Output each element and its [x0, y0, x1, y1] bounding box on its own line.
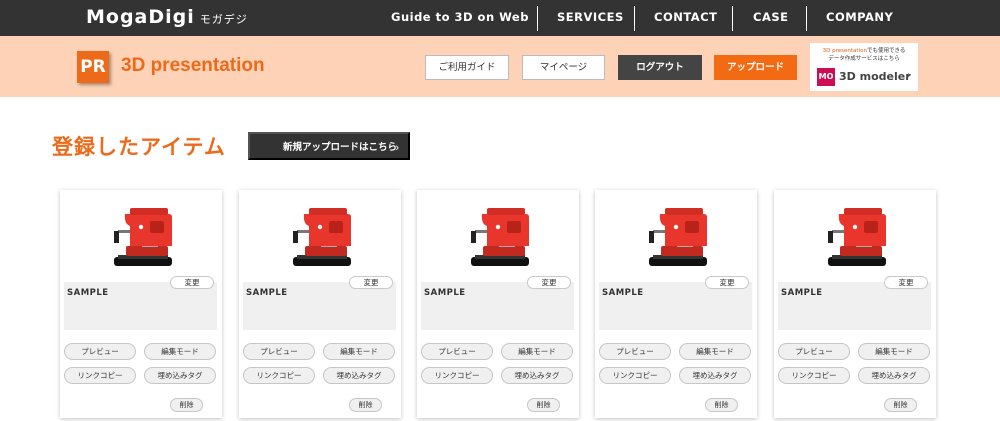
modeler-promo-banner[interactable]: 3D presentationでも使用できるデータ作成サービスはこちら MO 3…: [810, 43, 918, 91]
nav-guide-3d[interactable]: Guide to 3D on Web: [391, 10, 529, 24]
delete-button[interactable]: 削除: [170, 398, 203, 412]
brand-logo[interactable]: MogaDigi モガデジ: [86, 6, 248, 28]
guide-button[interactable]: ご利用ガイド: [425, 55, 509, 80]
espresso-machine-icon[interactable]: [647, 206, 709, 268]
preview-button[interactable]: プレビュー: [599, 343, 671, 360]
espresso-machine-icon[interactable]: [826, 206, 888, 268]
embed-tag-button[interactable]: 埋め込みタグ: [501, 367, 573, 384]
nav-divider: [732, 6, 733, 31]
app-title[interactable]: 3D presentation: [121, 55, 265, 77]
delete-button[interactable]: 削除: [884, 398, 917, 412]
nav-divider: [806, 6, 807, 31]
item-description: SAMPLE: [243, 282, 396, 330]
nav-company[interactable]: COMPANY: [826, 10, 893, 24]
embed-tag-button[interactable]: 埋め込みタグ: [144, 367, 216, 384]
top-nav-bar: MogaDigi モガデジ Guide to 3D on Web SERVICES…: [0, 0, 1000, 36]
change-button[interactable]: 変更: [170, 276, 214, 289]
promo-text: 3D presentationでも使用できるデータ作成サービスはこちら: [810, 47, 918, 63]
modeler-product-name: 3D modeler: [839, 70, 911, 83]
nav-divider: [537, 6, 538, 31]
change-button[interactable]: 変更: [705, 276, 749, 289]
preview-button[interactable]: プレビュー: [243, 343, 315, 360]
chevron-right-icon: ›: [395, 142, 399, 154]
embed-tag-button[interactable]: 埋め込みタグ: [679, 367, 751, 384]
delete-button[interactable]: 削除: [349, 398, 382, 412]
item-name: SAMPLE: [781, 288, 823, 298]
brand-name: MogaDigi: [86, 6, 195, 28]
item-description: SAMPLE: [599, 282, 752, 330]
delete-button[interactable]: 削除: [705, 398, 738, 412]
change-button[interactable]: 変更: [349, 276, 393, 289]
item-name: SAMPLE: [602, 288, 644, 298]
item-card: 変更 SAMPLE プレビュー 編集モード リンクコピー 埋め込みタグ 削除: [60, 190, 222, 418]
edit-mode-button[interactable]: 編集モード: [679, 343, 751, 360]
upload-button[interactable]: アップロード: [714, 55, 797, 80]
nav-case[interactable]: CASE: [753, 10, 788, 24]
preview-button[interactable]: プレビュー: [421, 343, 493, 360]
brand-kana: モガデジ: [199, 13, 248, 26]
copy-link-button[interactable]: リンクコピー: [778, 367, 850, 384]
item-description: SAMPLE: [778, 282, 931, 330]
chevron-right-icon: ›: [907, 70, 911, 81]
preview-button[interactable]: プレビュー: [778, 343, 850, 360]
modeler-logo: MO: [817, 68, 835, 86]
item-name: SAMPLE: [67, 288, 109, 298]
embed-tag-button[interactable]: 埋め込みタグ: [858, 367, 930, 384]
new-upload-button[interactable]: 新規アップロードはこちら ›: [248, 132, 410, 160]
edit-mode-button[interactable]: 編集モード: [501, 343, 573, 360]
item-card: 変更 SAMPLE プレビュー 編集モード リンクコピー 埋め込みタグ 削除: [774, 190, 936, 418]
item-card: 変更 SAMPLE プレビュー 編集モード リンクコピー 埋め込みタグ 削除: [239, 190, 401, 418]
copy-link-button[interactable]: リンクコピー: [421, 367, 493, 384]
nav-services[interactable]: SERVICES: [557, 10, 624, 24]
new-upload-label: 新規アップロードはこちら: [282, 142, 397, 153]
pr-logo[interactable]: PR: [77, 51, 109, 83]
promo-highlight: 3D presentation: [822, 48, 867, 54]
app-header: PR 3D presentation ご利用ガイド マイページ ログアウト アッ…: [0, 36, 1000, 97]
item-card: 変更 SAMPLE プレビュー 編集モード リンクコピー 埋め込みタグ 削除: [417, 190, 579, 418]
edit-mode-button[interactable]: 編集モード: [144, 343, 216, 360]
item-name: SAMPLE: [424, 288, 466, 298]
copy-link-button[interactable]: リンクコピー: [64, 367, 136, 384]
change-button[interactable]: 変更: [527, 276, 571, 289]
change-button[interactable]: 変更: [884, 276, 928, 289]
logout-button[interactable]: ログアウト: [618, 55, 702, 80]
item-name: SAMPLE: [246, 288, 288, 298]
espresso-machine-icon[interactable]: [469, 206, 531, 268]
nav-contact[interactable]: CONTACT: [654, 10, 717, 24]
copy-link-button[interactable]: リンクコピー: [243, 367, 315, 384]
espresso-machine-icon[interactable]: [291, 206, 353, 268]
item-card: 変更 SAMPLE プレビュー 編集モード リンクコピー 埋め込みタグ 削除: [595, 190, 757, 418]
edit-mode-button[interactable]: 編集モード: [323, 343, 395, 360]
item-description: SAMPLE: [64, 282, 217, 330]
copy-link-button[interactable]: リンクコピー: [599, 367, 671, 384]
mypage-button[interactable]: マイページ: [522, 55, 605, 80]
espresso-machine-icon[interactable]: [112, 206, 174, 268]
preview-button[interactable]: プレビュー: [64, 343, 136, 360]
promo-line1: でも使用できる: [866, 48, 906, 54]
item-description: SAMPLE: [421, 282, 574, 330]
page-title: 登録したアイテム: [52, 135, 226, 159]
nav-divider: [634, 6, 635, 31]
embed-tag-button[interactable]: 埋め込みタグ: [323, 367, 395, 384]
delete-button[interactable]: 削除: [527, 398, 560, 412]
edit-mode-button[interactable]: 編集モード: [858, 343, 930, 360]
promo-line2: データ作成サービスはこちら: [828, 56, 900, 62]
